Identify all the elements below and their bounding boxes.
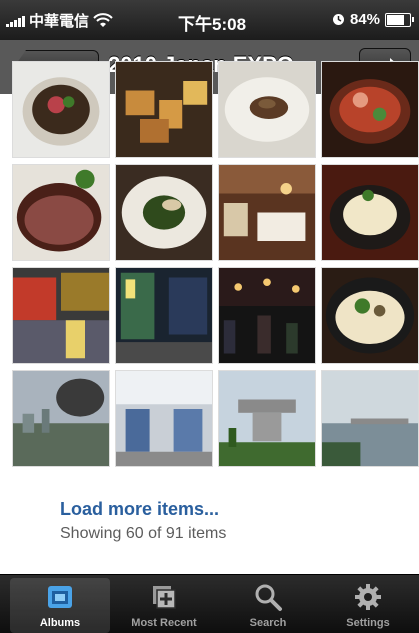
battery-icon [385, 12, 414, 27]
photo-thumbnail[interactable] [321, 61, 419, 158]
photo-image [116, 268, 212, 363]
carrier: 中華電信 [6, 10, 113, 31]
photo-image [219, 165, 315, 260]
photo-thumbnail[interactable] [115, 370, 213, 467]
photo-image [116, 62, 212, 157]
tab-most-recent[interactable]: Most Recent [114, 578, 214, 633]
albums-icon [48, 586, 72, 608]
photo-thumbnail[interactable] [115, 61, 213, 158]
tab-label: Search [249, 617, 287, 629]
photo-image [322, 62, 418, 157]
alarm-icon [332, 14, 344, 25]
photo-image [13, 62, 109, 157]
photo-thumbnail[interactable] [218, 267, 316, 364]
photo-thumbnail[interactable] [12, 370, 110, 467]
search-icon [255, 584, 282, 611]
photo-thumbnail[interactable] [218, 164, 316, 261]
photo-image [322, 371, 418, 466]
photo-thumbnail[interactable] [115, 164, 213, 261]
signal-icon [6, 15, 25, 27]
photo-thumbnail[interactable] [12, 164, 110, 261]
photo-image [322, 268, 418, 363]
photo-image [116, 165, 212, 260]
most-recent-icon [153, 586, 176, 609]
tab-search[interactable]: Search [218, 578, 318, 633]
tab-bar: Albums Most Recent Search Settings [0, 574, 419, 633]
photo-thumbnail[interactable] [321, 370, 419, 467]
photo-image [322, 165, 418, 260]
battery-percent: 84% [349, 11, 380, 28]
tab-albums[interactable]: Albums [10, 578, 110, 633]
battery-status: 84% [332, 11, 414, 28]
carrier-name: 中華電信 [29, 13, 90, 30]
status-bar: 中華電信 下午5:08 84% [0, 0, 419, 40]
photo-thumbnail[interactable] [218, 61, 316, 158]
photo-image [13, 268, 109, 363]
tab-label: Most Recent [131, 617, 197, 629]
photo-image [116, 371, 212, 466]
photo-thumbnail[interactable] [321, 164, 419, 261]
photo-image [13, 371, 109, 466]
tab-label: Albums [39, 617, 81, 629]
wifi-icon [93, 13, 113, 27]
tab-label: Settings [346, 617, 390, 629]
photo-thumbnail[interactable] [115, 267, 213, 364]
photo-image [219, 268, 315, 363]
load-more-link[interactable]: Load more items... [60, 499, 219, 520]
tab-settings[interactable]: Settings [318, 578, 418, 633]
photo-image [219, 62, 315, 157]
photo-image [13, 165, 109, 260]
photo-image [219, 371, 315, 466]
clock: 下午5:08 [178, 15, 247, 34]
gear-icon [355, 584, 381, 610]
photo-thumbnail[interactable] [12, 61, 110, 158]
photo-thumbnail[interactable] [218, 370, 316, 467]
items-count: Showing 60 of 91 items [60, 525, 227, 542]
photo-thumbnail[interactable] [321, 267, 419, 364]
photo-thumbnail[interactable] [12, 267, 110, 364]
